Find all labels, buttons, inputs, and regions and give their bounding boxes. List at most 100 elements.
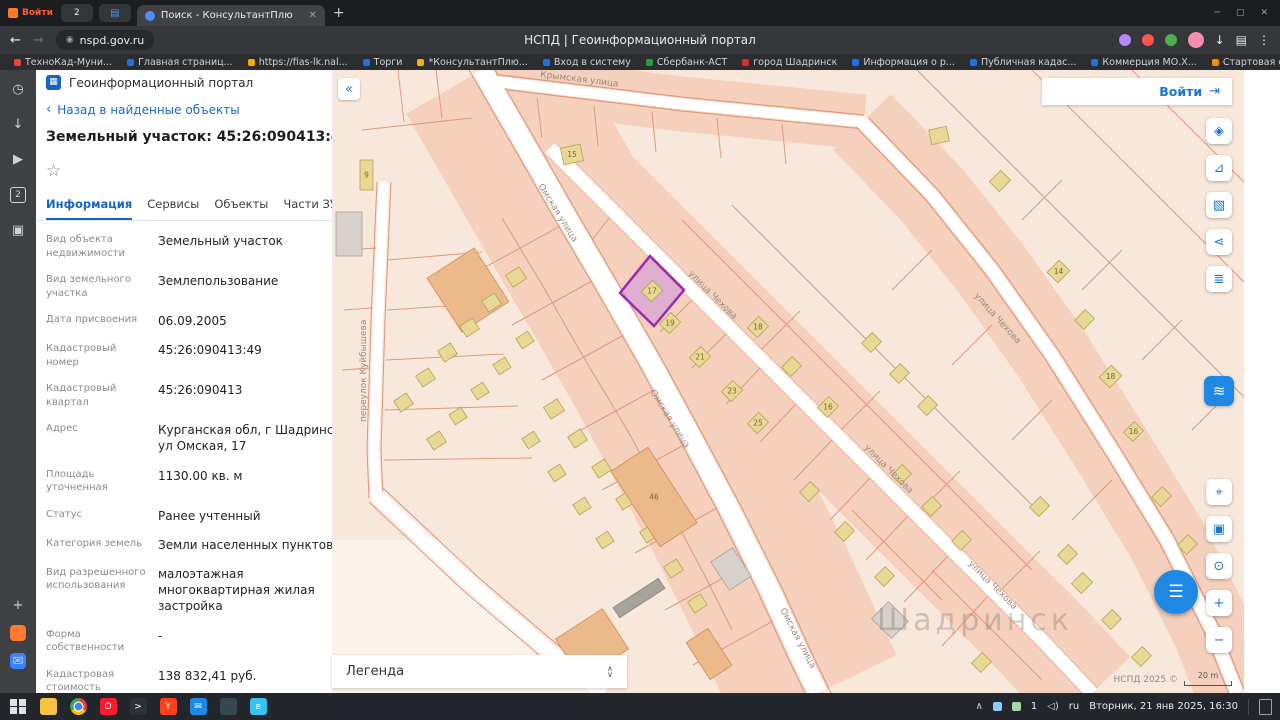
bookmark-item[interactable]: город Шадринск xyxy=(742,57,837,68)
folder-icon[interactable] xyxy=(40,698,57,715)
field-value: 06.09.2005 xyxy=(158,313,358,329)
close-icon[interactable]: ✕ xyxy=(1260,8,1268,18)
panel-icon[interactable]: ▤ xyxy=(1236,33,1247,47)
ruler-button[interactable]: ⊿ xyxy=(1206,155,1232,181)
share-button[interactable]: ⋖ xyxy=(1206,229,1232,255)
close-tab-icon[interactable]: ✕ xyxy=(308,10,316,21)
forward-icon[interactable]: → xyxy=(33,33,44,48)
legend-bar[interactable]: Легенда ∧∨ xyxy=(332,655,627,688)
parcel-title: Земельный участок: 45:26:090413:49 xyxy=(36,117,368,145)
profile-avatar[interactable] xyxy=(1188,32,1204,48)
bookmark-item[interactable]: Коммерция МО.Х... xyxy=(1091,57,1196,68)
add-icon[interactable]: + xyxy=(10,597,26,613)
back-icon[interactable]: ← xyxy=(10,33,21,48)
menu-icon[interactable]: ⋮ xyxy=(1258,33,1270,47)
tab-Сервисы[interactable]: Сервисы xyxy=(147,197,199,220)
yandex-icon[interactable]: Y xyxy=(160,698,177,715)
clock[interactable]: Вторник, 21 янв 2025, 16:30 xyxy=(1089,701,1238,712)
target-icon: ⊙ xyxy=(1214,559,1225,574)
collapse-panel-button[interactable]: « xyxy=(338,78,360,100)
downloads-icon[interactable]: ↓ xyxy=(13,117,24,132)
field-value: Курганская обл, г Шадринск, ул Омская, 1… xyxy=(158,422,358,454)
bookmark-item[interactable]: Сбербанк-АСТ xyxy=(646,57,727,68)
bookmark-item[interactable]: https://fias-lk.nal... xyxy=(248,57,348,68)
tab-document[interactable]: ▤ xyxy=(99,4,131,22)
divider xyxy=(1248,699,1249,715)
print-button[interactable]: ≣ xyxy=(1206,266,1232,292)
target-button[interactable]: ⊙ xyxy=(1206,553,1232,579)
tab-Объекты[interactable]: Объекты xyxy=(214,197,268,220)
language-indicator[interactable]: ru xyxy=(1069,701,1079,712)
select-area-button[interactable]: ▧ xyxy=(1206,192,1232,218)
tab-favicon xyxy=(145,11,155,21)
zoom-in-icon: + xyxy=(1214,596,1225,611)
services-icon[interactable] xyxy=(10,625,26,641)
downloads-icon[interactable]: ↓ xyxy=(1215,33,1225,47)
extension-icon-3[interactable] xyxy=(1165,34,1177,46)
bookmark-item[interactable]: Вход в систему xyxy=(543,57,631,68)
building-number: 18 xyxy=(1106,372,1116,381)
map-canvas[interactable]: 9154617192123251816141816Крымская улицаО… xyxy=(332,70,1244,693)
bookmark-favicon xyxy=(646,59,653,66)
notification-center-icon[interactable] xyxy=(1259,699,1272,715)
field-row: Вид объекта недвижимостиЗемельный участо… xyxy=(46,233,358,260)
zoom-out-button[interactable]: − xyxy=(1206,627,1232,653)
field-value: малоэтажная многоквартирная жилая застро… xyxy=(158,566,358,615)
basemap-button[interactable]: ≋ xyxy=(1204,376,1234,406)
extent-button[interactable]: ▣ xyxy=(1206,516,1232,542)
field-label: Категория земель xyxy=(46,537,148,553)
bookmark-label: Вход в систему xyxy=(554,57,631,68)
console-icon[interactable]: > xyxy=(130,698,147,715)
bookmark-favicon xyxy=(543,59,550,66)
tray-chevron-icon[interactable]: ∧ xyxy=(976,701,983,712)
bookmark-item[interactable]: Торги xyxy=(363,57,403,68)
tabs-count[interactable]: 2 xyxy=(10,187,26,203)
tab-group-badge[interactable]: 2 xyxy=(61,4,93,22)
new-tab-button[interactable]: + xyxy=(333,5,345,21)
active-tab[interactable]: Поиск - КонсультантПлю ✕ xyxy=(137,5,325,26)
edge-icon[interactable]: e xyxy=(250,698,267,715)
tray-icon-2[interactable] xyxy=(1012,702,1021,711)
page-title: НСПД | Геоинформационный портал xyxy=(0,33,1280,47)
back-link[interactable]: ‹ Назад в найденные объекты xyxy=(36,90,368,117)
start-button[interactable] xyxy=(10,699,26,715)
tray-icon-1[interactable] xyxy=(993,702,1002,711)
screen: Войти 2 ▤ Поиск - КонсультантПлю ✕ + ─ ▢ ✕… xyxy=(0,0,1280,720)
volume-icon[interactable]: ◁) xyxy=(1047,701,1059,712)
minimize-icon[interactable]: ─ xyxy=(1215,8,1220,18)
chat-button[interactable]: ☰ xyxy=(1154,570,1198,614)
zoom-in-button[interactable]: + xyxy=(1206,590,1232,616)
bookmark-item[interactable]: ТехноКад-Муни... xyxy=(14,57,112,68)
favorite-star-icon[interactable]: ☆ xyxy=(36,145,368,181)
bookmark-item[interactable]: *КонсультантПлю... xyxy=(417,57,527,68)
bookmark-item[interactable]: Главная страниц... xyxy=(127,57,233,68)
layers-button[interactable]: ◈ xyxy=(1206,118,1232,144)
tab-Информация[interactable]: Информация xyxy=(46,197,132,220)
chrome-icon[interactable] xyxy=(70,698,87,715)
extension-icon-2[interactable] xyxy=(1142,34,1154,46)
screenshot-icon[interactable]: ▣ xyxy=(12,223,24,238)
building-number: 16 xyxy=(1129,427,1139,436)
opera-icon[interactable]: O xyxy=(100,698,117,715)
extension-icon-1[interactable] xyxy=(1119,34,1131,46)
pinned-tab[interactable]: Войти xyxy=(0,8,61,18)
site-security-icon: ◉ xyxy=(66,35,74,45)
address-bar[interactable]: ◉ nspd.gov.ru xyxy=(56,30,154,50)
media-icon[interactable]: ▶ xyxy=(13,152,23,167)
history-icon[interactable]: ◷ xyxy=(12,82,23,97)
field-label: Дата присвоения xyxy=(46,313,148,329)
bookmark-label: https://fias-lk.nal... xyxy=(259,57,348,68)
field-value: 1130.00 кв. м xyxy=(158,468,358,495)
bookmark-item[interactable]: Публичная кадас... xyxy=(970,57,1076,68)
maximize-icon[interactable]: ▢ xyxy=(1236,8,1245,18)
mail-icon[interactable]: ✉ xyxy=(190,698,207,715)
mail-icon[interactable]: ✉ xyxy=(10,653,26,669)
login-bar[interactable]: Войти ⇥ xyxy=(1042,78,1232,105)
bookmark-item[interactable]: Информация о р... xyxy=(852,57,955,68)
locate-button[interactable]: ⌖ xyxy=(1206,479,1232,505)
bookmark-item[interactable]: Стартовая стран... xyxy=(1212,57,1280,68)
tab-Части ЗУ[interactable]: Части ЗУ xyxy=(283,197,336,220)
building-number: 16 xyxy=(823,403,833,412)
map-scale: 20 m xyxy=(1184,671,1232,686)
files-icon[interactable] xyxy=(220,698,237,715)
